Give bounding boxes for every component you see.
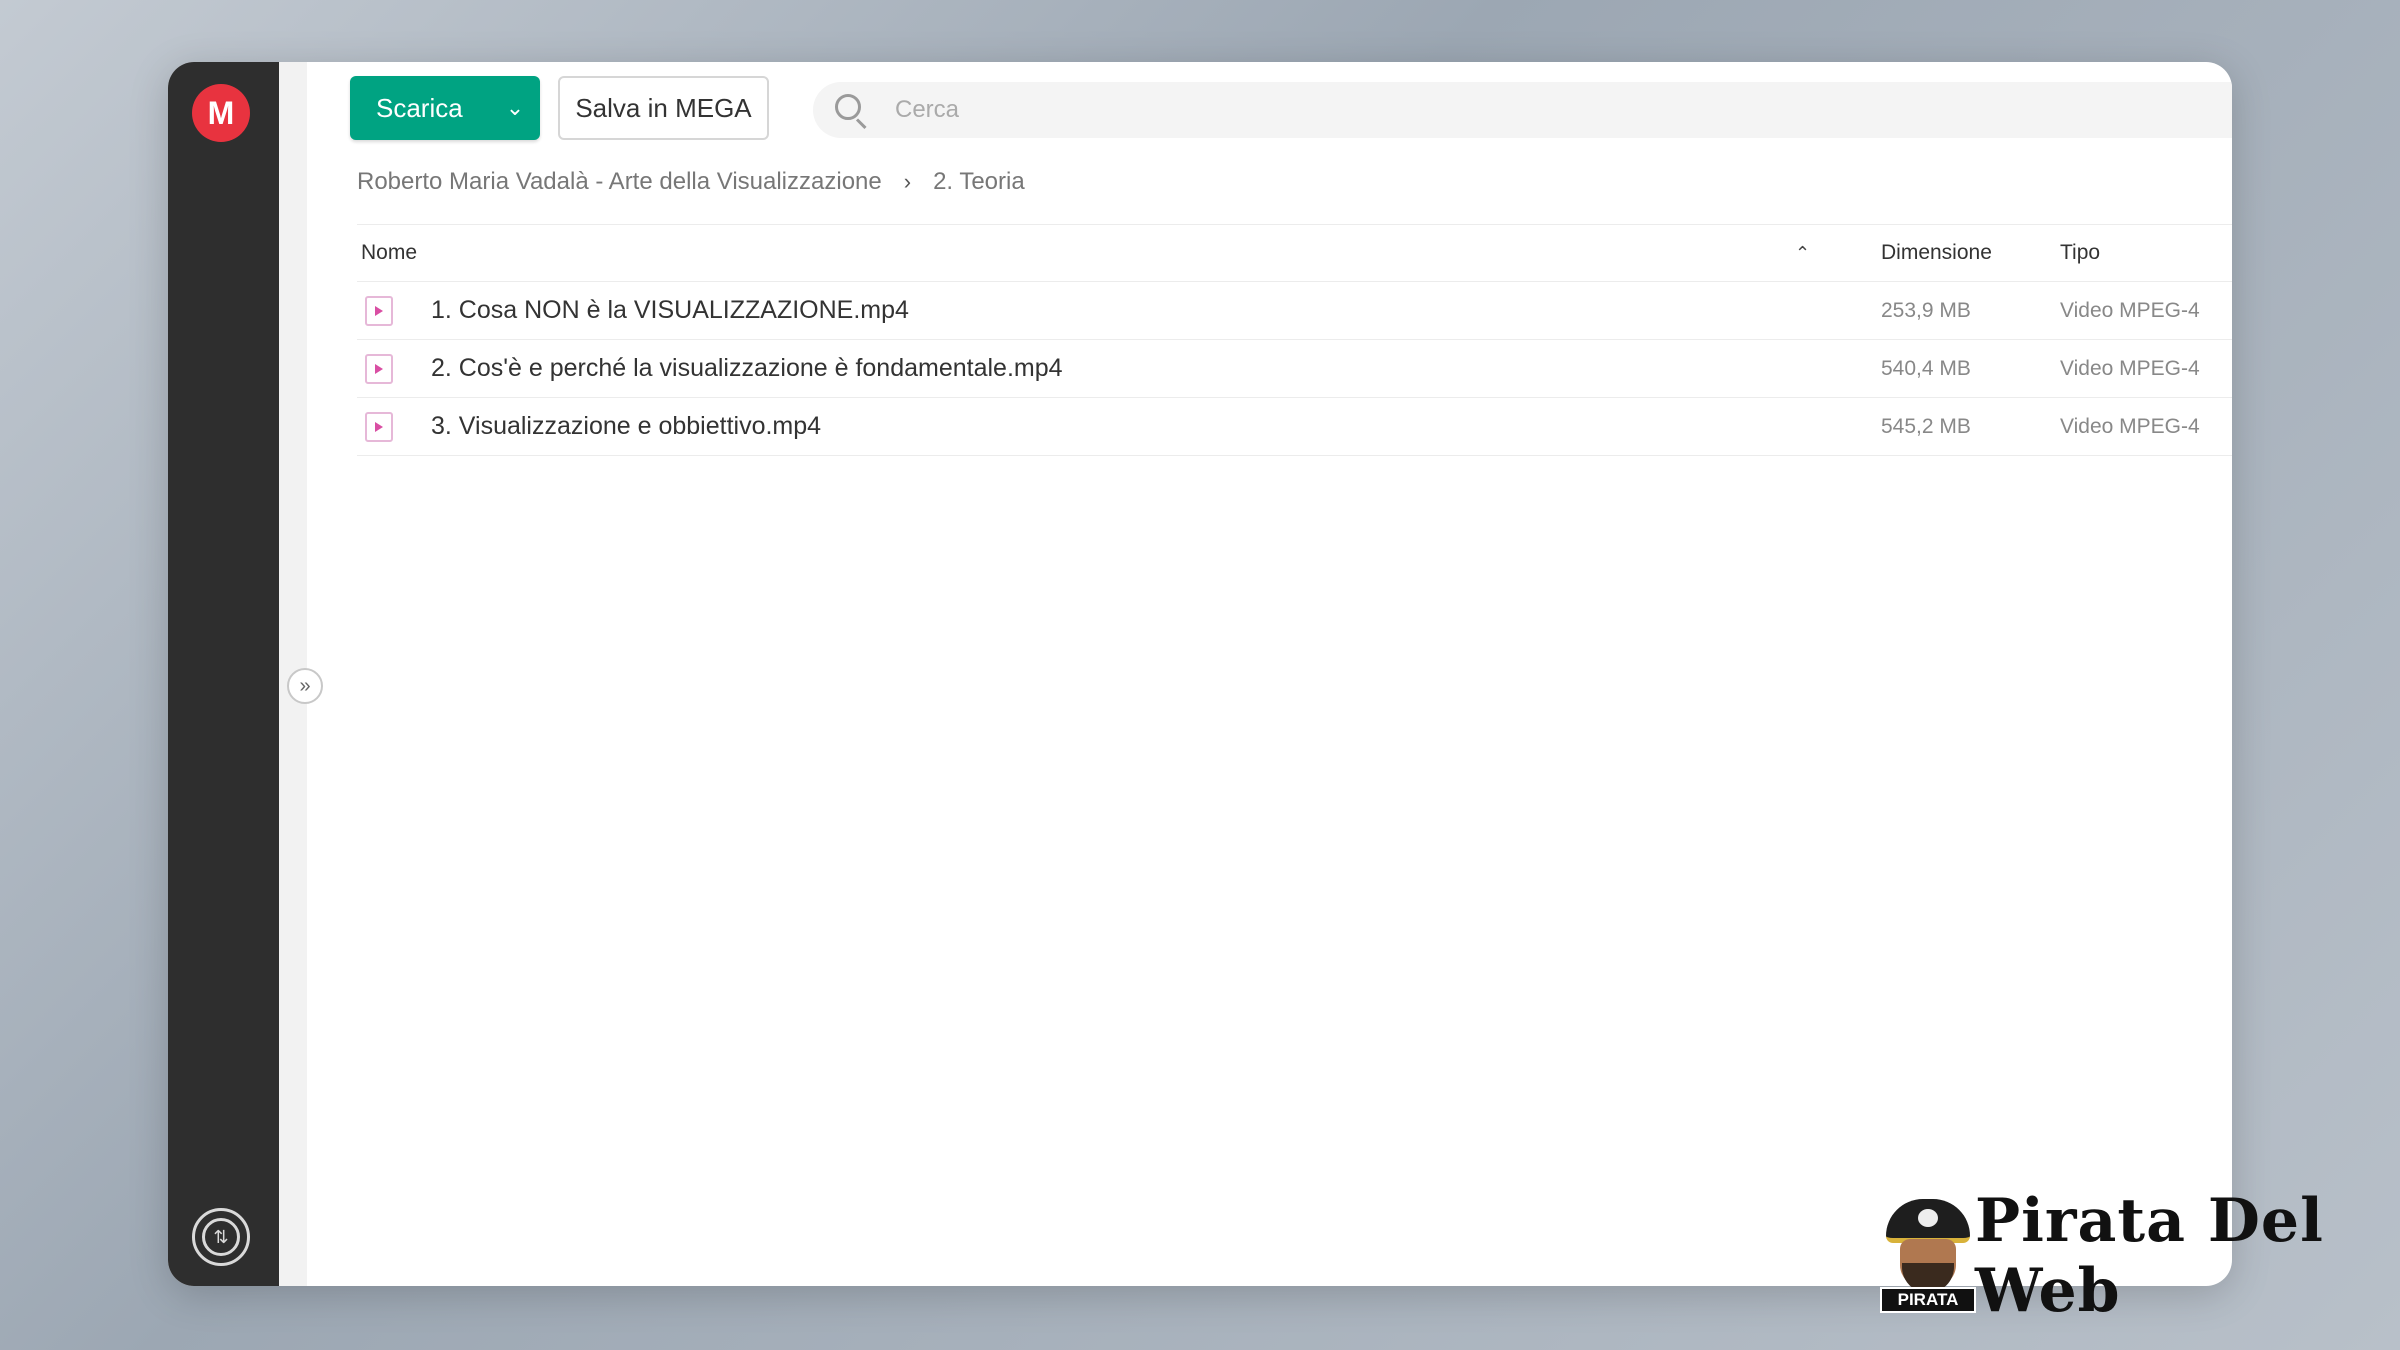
mega-window: M ⇅ » Scarica ⌄ Salva in MEGA Roberto Ma… xyxy=(168,62,2232,1286)
sidebar: M ⇅ xyxy=(168,62,279,1286)
file-size: 545,2 MB xyxy=(1881,414,1971,438)
save-to-mega-button[interactable]: Salva in MEGA xyxy=(558,76,769,140)
table-row[interactable]: 2. Cos'è e perché la visualizzazione è f… xyxy=(357,340,2232,398)
download-button[interactable]: Scarica ⌄ xyxy=(350,76,540,140)
column-header-name[interactable]: Nome xyxy=(361,241,417,265)
video-file-icon xyxy=(365,295,393,326)
file-size: 253,9 MB xyxy=(1881,298,1971,322)
search-bar xyxy=(813,82,2232,138)
mega-logo[interactable]: M xyxy=(192,84,250,142)
chevron-down-icon[interactable]: ⌄ xyxy=(490,76,540,140)
file-type: Video MPEG-4 xyxy=(2060,298,2200,322)
file-name: 1. Cosa NON è la VISUALIZZAZIONE.mp4 xyxy=(431,296,909,324)
file-size: 540,4 MB xyxy=(1881,356,1971,380)
sort-ascending-icon[interactable]: ⌃ xyxy=(1795,243,1810,264)
file-name: 3. Visualizzazione e obbiettivo.mp4 xyxy=(431,412,822,440)
pirata-watermark: PIRATA Pirata Del Web xyxy=(1880,1186,2400,1326)
column-header-type[interactable]: Tipo xyxy=(2060,241,2100,265)
watermark-brand: Pirata Del Web xyxy=(1975,1186,2324,1326)
video-file-icon xyxy=(365,353,393,384)
table-header: Nome ⌃ Dimensione Tipo xyxy=(357,224,2232,282)
breadcrumb-item-root[interactable]: Roberto Maria Vadalà - Arte della Visual… xyxy=(357,168,882,196)
pirate-mascot-icon: PIRATA xyxy=(1880,1199,1976,1313)
breadcrumb: Roberto Maria Vadalà - Arte della Visual… xyxy=(357,168,1025,196)
search-input[interactable] xyxy=(895,96,1495,124)
table-row[interactable]: 3. Visualizzazione e obbiettivo.mp4 545,… xyxy=(357,398,2232,456)
breadcrumb-item-current: 2. Teoria xyxy=(933,168,1025,195)
mascot-badge: PIRATA xyxy=(1880,1287,1976,1313)
transfer-manager-button[interactable]: ⇅ xyxy=(192,1208,250,1266)
transfer-arrows-icon: ⇅ xyxy=(202,1218,240,1256)
file-type: Video MPEG-4 xyxy=(2060,414,2200,438)
download-button-label: Scarica xyxy=(376,92,463,123)
table-row[interactable]: 1. Cosa NON è la VISUALIZZAZIONE.mp4 253… xyxy=(357,282,2232,340)
search-icon xyxy=(831,90,871,130)
column-header-size[interactable]: Dimensione xyxy=(1881,241,1992,265)
file-table: Nome ⌃ Dimensione Tipo 1. Cosa NON è la … xyxy=(357,224,2232,456)
file-name: 2. Cos'è e perché la visualizzazione è f… xyxy=(431,354,1063,382)
video-file-icon xyxy=(365,411,393,442)
toolbar: Scarica ⌄ Salva in MEGA xyxy=(350,76,769,140)
main-panel: Scarica ⌄ Salva in MEGA Roberto Maria Va… xyxy=(307,62,2232,1286)
file-type: Video MPEG-4 xyxy=(2060,356,2200,380)
chevron-right-icon: › xyxy=(903,169,912,194)
